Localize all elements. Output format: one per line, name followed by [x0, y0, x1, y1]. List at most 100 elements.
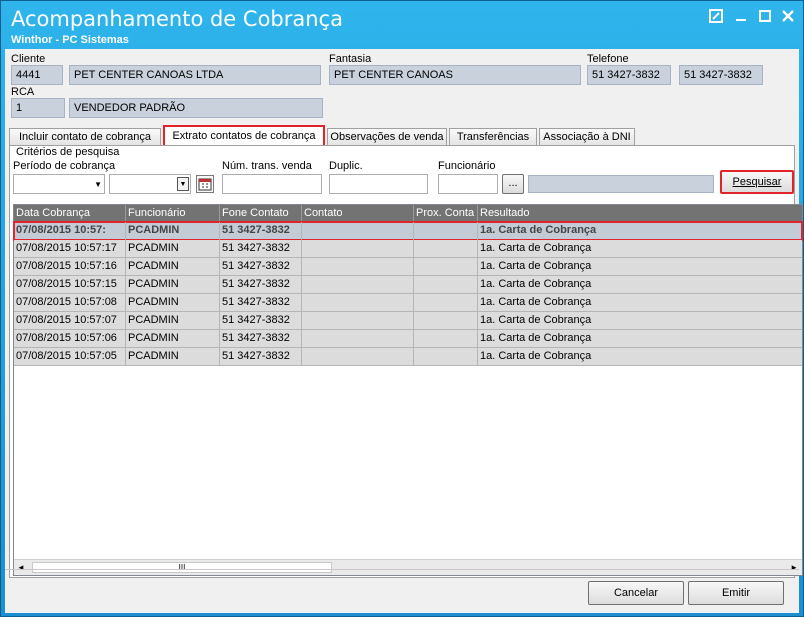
cell-fone: 51 3427-3832	[220, 276, 302, 294]
cell-prox-conta	[414, 222, 478, 240]
cliente-label: Cliente	[11, 53, 46, 65]
num-trans-label: Núm. trans. venda	[222, 160, 312, 172]
cell-resultado: 1a. Carta de Cobrança	[480, 350, 592, 362]
edit-icon[interactable]	[707, 9, 725, 27]
table-row[interactable]: 07/08/2015 10:57:07 PCADMIN 51 3427-3832…	[14, 312, 802, 330]
cell-prox-conta	[414, 258, 478, 276]
maximize-icon[interactable]	[756, 9, 774, 27]
cell-prox-conta	[414, 348, 478, 366]
col-contato[interactable]: Contato	[302, 205, 414, 222]
cell-funcionario: PCADMIN	[126, 258, 220, 276]
cell-funcionario: PCADMIN	[126, 294, 220, 312]
cell-funcionario: PCADMIN	[126, 222, 220, 240]
cell-fone: 51 3427-3832	[220, 312, 302, 330]
criteria-group-label: Critérios de pesquisa	[16, 146, 120, 158]
col-resultado[interactable]: Resultado	[478, 205, 802, 222]
scroll-grip: III	[178, 563, 186, 572]
table-row[interactable]: 07/08/2015 10:57: PCADMIN 51 3427-3832 1…	[13, 221, 803, 241]
app-window: Acompanhamento de Cobrança Winthor - PC …	[0, 0, 804, 617]
pesquisar-button[interactable]: Pesquisar	[720, 170, 794, 194]
chevron-down-icon[interactable]: ▼	[177, 177, 189, 191]
rca-name-field[interactable]: VENDEDOR PADRÃO	[69, 98, 323, 118]
fantasia-field[interactable]: PET CENTER CANOAS	[329, 65, 581, 85]
cliente-name-field[interactable]: PET CENTER CANOAS LTDA	[69, 65, 321, 85]
cell-data: 07/08/2015 10:57:08	[14, 294, 126, 312]
periodo-start-combo[interactable]: ▼	[13, 174, 105, 194]
horizontal-scrollbar[interactable]: ◄ III ►	[14, 559, 802, 575]
scroll-right-icon[interactable]: ►	[790, 563, 798, 572]
table-row[interactable]: 07/08/2015 10:57:05 PCADMIN 51 3427-3832…	[14, 348, 802, 366]
scroll-thumb[interactable]: III	[32, 562, 332, 573]
rca-code-field[interactable]: 1	[11, 98, 65, 118]
cell-funcionario: PCADMIN	[126, 330, 220, 348]
cell-contato	[302, 276, 414, 294]
cell-contato	[302, 222, 414, 240]
cell-data: 07/08/2015 10:57:05	[14, 348, 126, 366]
funcionario-code-input[interactable]	[438, 174, 498, 194]
table-row[interactable]: 07/08/2015 10:57:17 PCADMIN 51 3427-3832…	[14, 240, 802, 258]
fantasia-label: Fantasia	[329, 53, 372, 65]
num-trans-input[interactable]	[222, 174, 322, 194]
duplic-label: Duplic.	[329, 160, 363, 172]
cell-fone: 51 3427-3832	[220, 294, 302, 312]
periodo-end-combo[interactable]: ▼	[109, 174, 191, 194]
extrato-panel: Critérios de pesquisa Período de cobranç…	[9, 145, 803, 578]
cell-data: 07/08/2015 10:57:06	[14, 330, 126, 348]
col-fone-contato[interactable]: Fone Contato	[220, 205, 302, 222]
title-bar: Acompanhamento de Cobrança Winthor - PC …	[1, 1, 803, 51]
funcionario-lookup-button[interactable]: ...	[502, 174, 524, 194]
scroll-left-icon[interactable]: ◄	[17, 563, 25, 572]
cancel-button[interactable]: Cancelar	[588, 581, 684, 605]
cell-funcionario: PCADMIN	[126, 312, 220, 330]
calendar-icon[interactable]	[196, 175, 214, 193]
cell-fone: 51 3427-3832	[220, 330, 302, 348]
cell-contato	[302, 330, 414, 348]
cell-resultado: 1a. Carta de Cobrança	[480, 314, 592, 326]
window-subtitle: Winthor - PC Sistemas	[11, 34, 129, 46]
col-funcionario[interactable]: Funcionário	[126, 205, 220, 222]
table-row[interactable]: 07/08/2015 10:57:16 PCADMIN 51 3427-3832…	[14, 258, 802, 276]
cell-prox-conta	[414, 276, 478, 294]
cell-resultado: 1a. Carta de Cobrança	[480, 242, 592, 254]
col-data-cobranca[interactable]: Data Cobrança	[14, 205, 126, 222]
cell-resultado: 1a. Carta de Cobrança	[480, 260, 592, 272]
cell-fone: 51 3427-3832	[220, 348, 302, 366]
cell-prox-conta	[414, 312, 478, 330]
cell-fone: 51 3427-3832	[220, 222, 302, 240]
cell-data: 07/08/2015 10:57:15	[14, 276, 126, 294]
telefone1-field[interactable]: 51 3427-3832	[587, 65, 671, 85]
cell-funcionario: PCADMIN	[126, 276, 220, 294]
close-icon[interactable]	[779, 9, 797, 27]
table-row[interactable]: 07/08/2015 10:57:08 PCADMIN 51 3427-3832…	[14, 294, 802, 312]
cell-data: 07/08/2015 10:57:16	[14, 258, 126, 276]
telefone2-field[interactable]: 51 3427-3832	[679, 65, 763, 85]
telefone-label: Telefone	[587, 53, 629, 65]
cell-resultado: 1a. Carta de Cobrança	[480, 332, 592, 344]
cell-resultado: 1a. Carta de Cobrança	[480, 278, 592, 290]
cell-contato	[302, 294, 414, 312]
footer-divider	[5, 569, 799, 570]
table-row[interactable]: 07/08/2015 10:57:06 PCADMIN 51 3427-3832…	[14, 330, 802, 348]
cell-prox-conta	[414, 294, 478, 312]
chevron-down-icon: ▼	[94, 180, 102, 189]
table-row[interactable]: 07/08/2015 10:57:15 PCADMIN 51 3427-3832…	[14, 276, 802, 294]
cell-funcionario: PCADMIN	[126, 348, 220, 366]
client-area: Cliente 4441 PET CENTER CANOAS LTDA Fant…	[5, 49, 803, 613]
cell-contato	[302, 348, 414, 366]
cell-fone: 51 3427-3832	[220, 258, 302, 276]
cell-data: 07/08/2015 10:57:17	[14, 240, 126, 258]
duplic-input[interactable]	[329, 174, 428, 194]
cancel-label: Cancelar	[613, 587, 659, 599]
cell-contato	[302, 240, 414, 258]
funcionario-label: Funcionário	[438, 160, 496, 172]
cell-fone: 51 3427-3832	[220, 240, 302, 258]
emit-button[interactable]: Emitir	[688, 581, 784, 605]
cell-prox-conta	[414, 240, 478, 258]
minimize-icon[interactable]	[732, 9, 750, 27]
rca-label: RCA	[11, 86, 35, 98]
funcionario-name-field[interactable]	[528, 175, 714, 193]
cliente-code-field[interactable]: 4441	[11, 65, 63, 85]
col-prox-conta[interactable]: Prox. Conta	[414, 205, 478, 222]
cell-funcionario: PCADMIN	[126, 240, 220, 258]
cell-contato	[302, 258, 414, 276]
